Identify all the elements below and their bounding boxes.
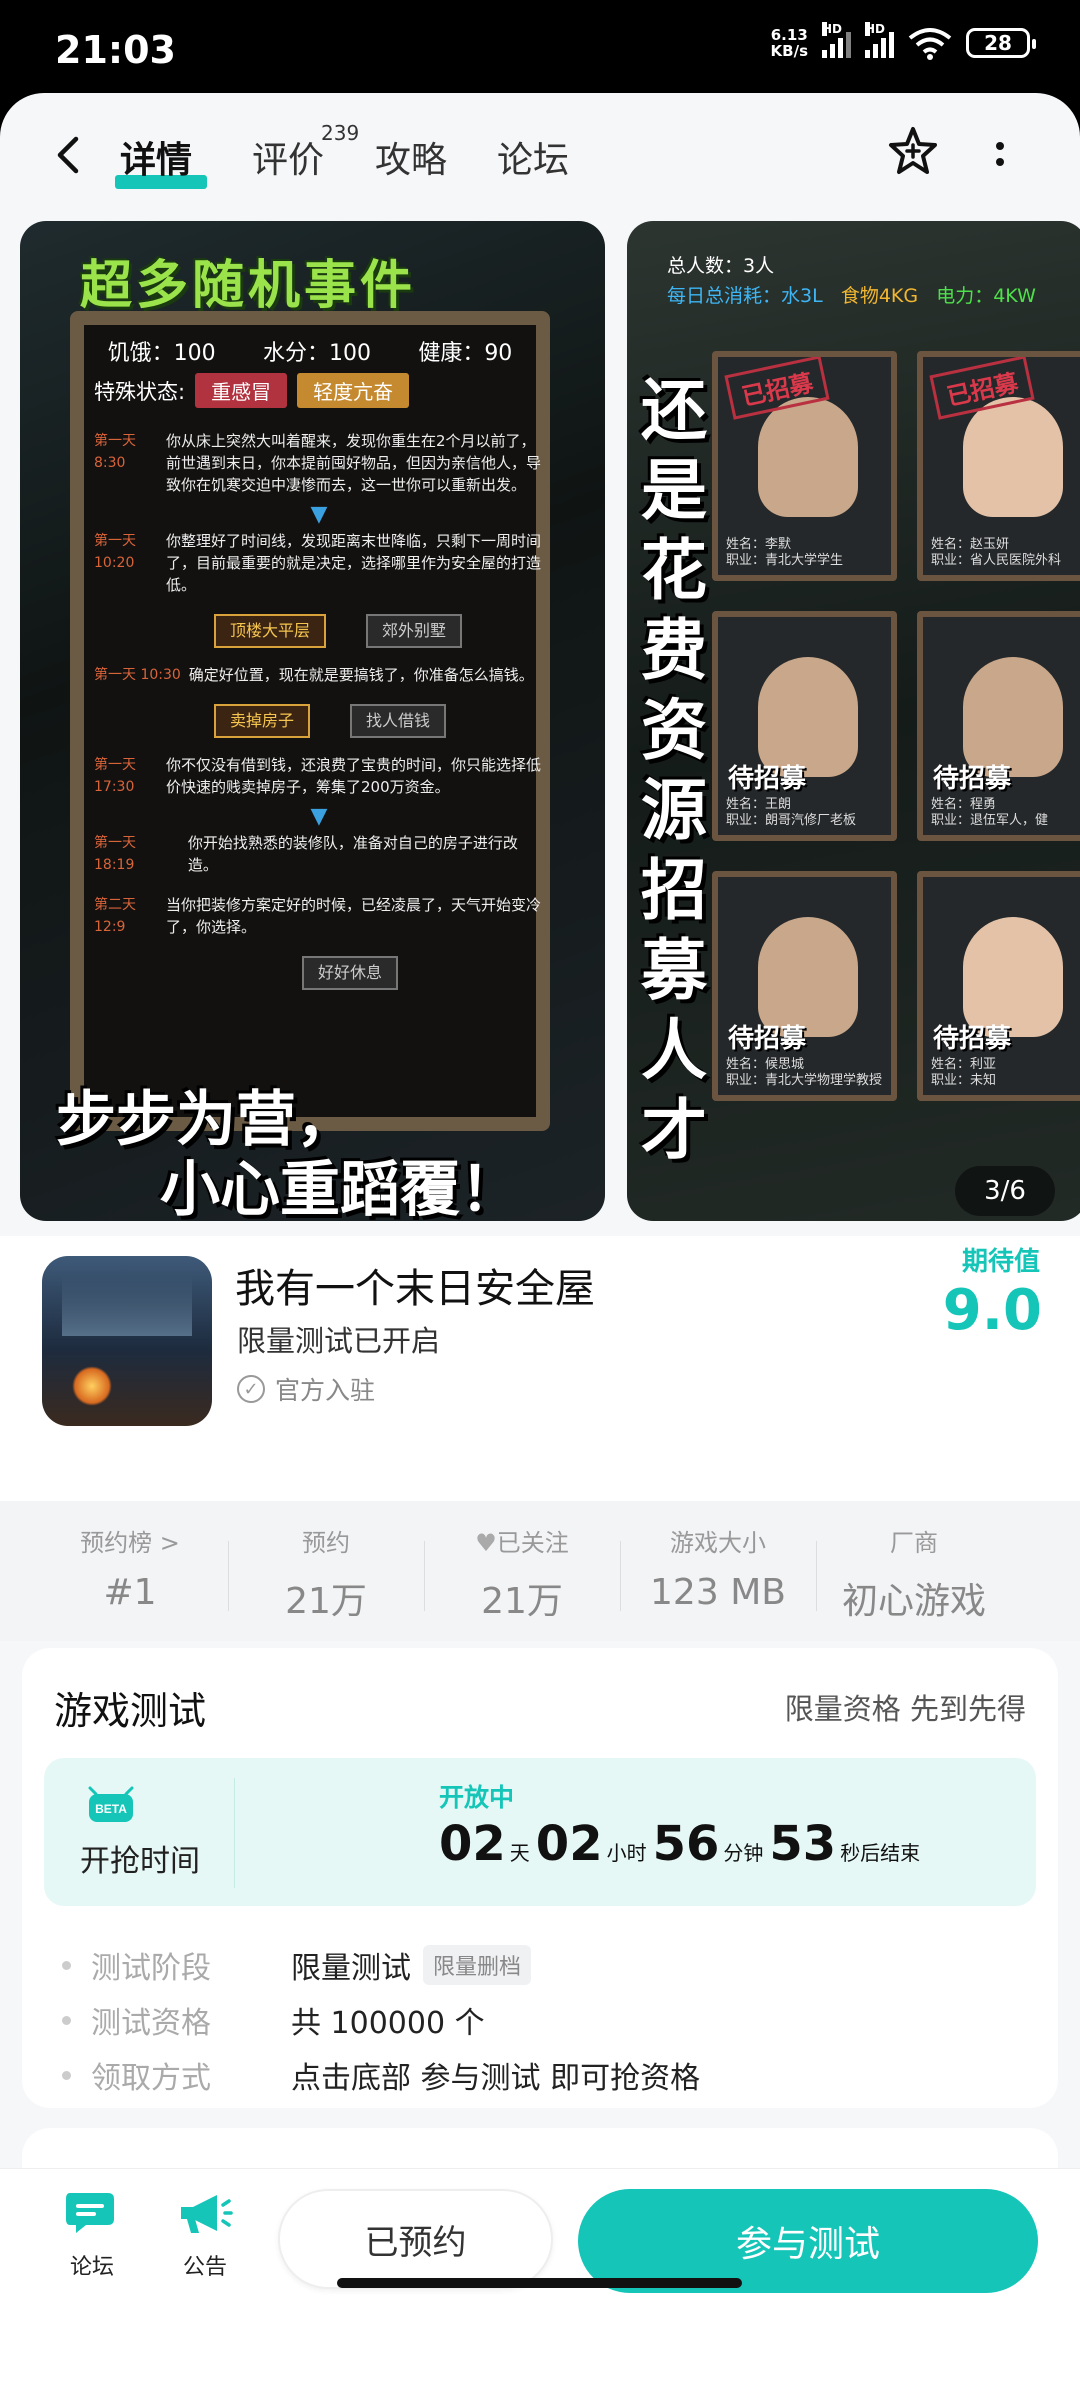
log-entry: 第一天 10:30 确定好位置，现在就是要搞钱了，你准备怎么搞钱。 [94, 666, 534, 684]
detail-sheet: 详情 评价 239 攻略 论坛 超多随机事件 饥饿：100 水分：100 健康：… [0, 93, 1080, 2401]
special-status: 特殊状态: 重感冒 轻度亢奋 [94, 373, 410, 408]
detail-test-stage: 测试阶段 限量测试 限量删档 [62, 1943, 532, 1987]
screenshot-2[interactable]: 总人数：3人 每日总消耗：水3L 食物4KG 电力：4KW 已招募 姓名：李默职… [627, 221, 1080, 1221]
recruit-card: 已招募 姓名：赵玉妍 职业：省人民医院外科 [917, 351, 1080, 581]
heart-icon: ♥ [475, 1529, 497, 1557]
choice-row: 顶楼大平层 郊外别墅 [214, 614, 544, 648]
tag-badge: 限量删档 [423, 1945, 532, 1985]
reserved-button[interactable]: 已预约 [278, 2189, 553, 2289]
screenshot-title: 超多随机事件 [80, 256, 417, 316]
home-indicator[interactable] [337, 2278, 742, 2288]
signal-icon-2: HD [865, 22, 894, 58]
expectation-score: 9.0 [942, 1278, 1042, 1343]
more-options-icon[interactable] [990, 138, 1010, 178]
svg-text:BETA: BETA [95, 1802, 127, 1816]
event-board: 饥饿：100 水分：100 健康：90 特殊状态: 重感冒 轻度亢奋 第一天 8… [70, 311, 550, 1131]
recruit-card: 待招募 姓名：利亚 职业：未知 [917, 871, 1080, 1101]
log-entry: 第一天 10:20 你整理好了时间线，发现距离末世降临，只剩下一周时间了，目前最重… [94, 532, 542, 594]
screenshot-1[interactable]: 超多随机事件 饥饿：100 水分：100 健康：90 特殊状态: 重感冒 轻度亢… [20, 221, 605, 1221]
countdown: 02 天 02 小时 56 分钟 53 秒后结束 [439, 1816, 921, 1872]
detail-claim-method: 领取方式 点击底部 参与测试 即可抢资格 [62, 2053, 700, 2097]
recruit-card: 待招募 姓名：王朗 职业：朗哥汽修厂老板 [712, 611, 897, 841]
tab-reviews[interactable]: 评价 [252, 131, 324, 183]
add-favorite-icon[interactable] [885, 123, 941, 179]
section-title: 游戏测试 [54, 1689, 207, 1733]
log-entry: 第一天 8:30 你从床上突然大叫着醒来，发现你重生在2个月以前了，前世遇到末日，… [94, 432, 542, 494]
beta-alarm-icon: BETA [88, 1786, 134, 1822]
announcement-button[interactable]: 公告 [165, 2189, 245, 2281]
game-test-card: 游戏测试 限量资格 先到先得 BETA 开抢时间 开放中 02 天 02 小时 56… [22, 1648, 1058, 2108]
slogan-line-2: 小心重蹈覆！ [160, 1155, 520, 1221]
character-portrait [963, 397, 1063, 517]
event-log: 第一天 8:30 你从床上突然大叫着醒来，发现你重生在2个月以前了，前世遇到末日，… [94, 430, 544, 1006]
stat-followers: ♥已关注 21万 [475, 1529, 569, 1622]
stat-developer[interactable]: 厂商 初心游戏 [816, 1523, 1012, 1624]
choice-row: 卖掉房子 找人借钱 [214, 704, 544, 738]
megaphone-icon [181, 2195, 233, 2233]
stat-rank[interactable]: 预约榜 > #1 [32, 1523, 228, 1613]
log-entry: 第二天 12:9 当你把装修方案定好的时候，已经凌晨了，天气开始变冷了，你选择。 [94, 896, 542, 936]
log-entry: 第一天 18:19 你开始找熟悉的装修队，准备对自己的房子进行改造。 [94, 834, 518, 874]
forum-button[interactable]: 论坛 [52, 2189, 132, 2281]
top-nav: 详情 评价 239 攻略 论坛 [0, 93, 1080, 223]
recruit-card: 待招募 姓名：候思城 职业：青北大学物理学教授 [712, 871, 897, 1101]
tab-details[interactable]: 详情 [120, 131, 192, 183]
recruit-card: 已招募 姓名：李默 职业：青北大学学生 [712, 351, 897, 581]
official-badge[interactable]: ✓ 官方入驻 [237, 1371, 375, 1407]
signal-icon: HD [822, 22, 851, 58]
clock: 21:03 [55, 28, 176, 72]
app-info: 我有一个末日安全屋 限量测试已开启 ✓ 官方入驻 期待值 9.0 [0, 1236, 1080, 1501]
choice-row: — 好好休息 [214, 956, 544, 990]
down-arrow-icon: ▼ [310, 804, 328, 829]
forum-chat-icon [66, 2193, 114, 2233]
open-status: 开放中 [439, 1783, 515, 1812]
stat-reservations: 预约 21万 [285, 1529, 367, 1622]
start-time-label: 开抢时间 [80, 1844, 200, 1879]
tab-forum[interactable]: 论坛 [497, 131, 569, 183]
player-stats: 饥饿：100 水分：100 健康：90 [107, 341, 513, 366]
app-name: 我有一个末日安全屋 [235, 1266, 595, 1312]
status-bar: 21:03 6.13 KB/s HD HD 28 [0, 0, 1080, 95]
wifi-icon [908, 28, 952, 60]
check-circle-icon: ✓ [237, 1375, 265, 1403]
reviews-count-badge: 239 [321, 121, 360, 145]
expectation-label: 期待值 [961, 1247, 1040, 1277]
shelter-info: 总人数：3人 每日总消耗：水3L 食物4KG 电力：4KW [667, 255, 1036, 307]
test-qualification-note: 限量资格 先到先得 [784, 1692, 1026, 1726]
app-subtitle: 限量测试已开启 [237, 1324, 441, 1358]
detail-test-quota: 测试资格 共 100000 个 [62, 1998, 485, 2042]
screenshot-page-indicator: 3/6 [955, 1166, 1055, 1216]
network-speed: 6.13 KB/s [770, 26, 808, 60]
battery-icon: 28 [966, 28, 1036, 58]
stats-row: 预约榜 > #1 预约 21万 ♥已关注 21万 游戏大小 123 MB 厂商 初心游戏 [0, 1501, 1080, 1641]
log-entry: 第一天 17:30 你不仅没有借到钱，还浪费了宝贵的时间，你只能选择低价快速的贱卖… [94, 756, 542, 796]
countdown-panel: BETA 开抢时间 开放中 02 天 02 小时 56 分钟 53 秒后结束 [44, 1758, 1036, 1906]
back-arrow-icon[interactable] [50, 135, 90, 175]
tab-guides[interactable]: 攻略 [375, 131, 447, 183]
vertical-slogan: 还是花费资源招募人才 [641, 372, 707, 1169]
app-icon [42, 1256, 212, 1426]
recruit-card: 待招募 姓名：程勇 职业：退伍军人，健 [917, 611, 1080, 841]
character-portrait [758, 397, 858, 517]
stat-game-size: 游戏大小 123 MB [650, 1529, 786, 1613]
down-arrow-icon: ▼ [310, 502, 328, 527]
